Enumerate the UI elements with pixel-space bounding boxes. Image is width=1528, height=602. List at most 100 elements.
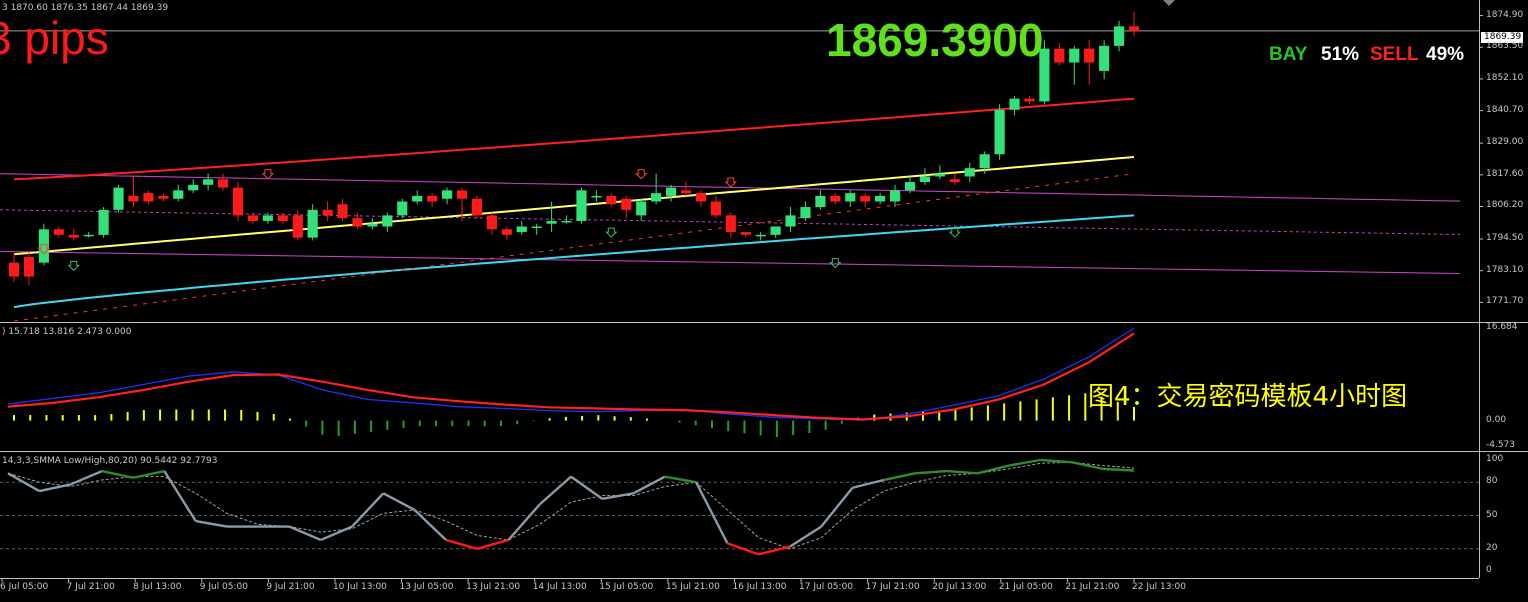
candle-body (740, 232, 751, 235)
price-tick-label: 1840.70 (1486, 104, 1524, 115)
candle-body (203, 179, 214, 185)
stochastic-main-segment (382, 492, 416, 512)
arrow-marker (948, 227, 962, 238)
time-tick-label: 13 Jul 05:00 (399, 582, 454, 592)
candle-body (785, 215, 796, 227)
candle-body (38, 229, 49, 263)
stochastic-main-segment (101, 469, 134, 479)
time-tick-label: 17 Jul 21:00 (865, 582, 920, 592)
candle-body (889, 190, 901, 202)
macd-tick-label: 0.00 (1486, 414, 1507, 425)
candle-body (397, 201, 408, 216)
stochastic-main-segment (758, 545, 791, 556)
stochastic-main-segment (445, 538, 478, 550)
candle-body (8, 262, 20, 277)
time-tick-label: 13 Jul 21:00 (466, 582, 521, 592)
candle-body (1099, 45, 1110, 71)
candle-body (636, 201, 647, 216)
candle-body (725, 215, 736, 233)
candle-body (382, 215, 393, 227)
arrow-marker (605, 227, 618, 238)
candle-body (143, 193, 154, 202)
stochastic-main-segment (289, 525, 322, 542)
big-price: 1869.3900 (826, 14, 1044, 66)
candle-body (830, 195, 841, 202)
candle-body (949, 179, 960, 183)
price-tick-label: 1829.00 (1486, 137, 1524, 148)
candle-body (651, 193, 662, 202)
arrow-marker (261, 169, 275, 180)
price-tick-label: 1874.90 (1486, 9, 1524, 20)
time-tick-label: 9 Jul 21:00 (266, 582, 315, 592)
candle-body (262, 215, 273, 221)
candle-body (1054, 48, 1065, 63)
candle-body (680, 190, 692, 194)
chart-caption: 图4：交易密码模板4小时图 (1088, 382, 1408, 412)
candle-body (755, 234, 766, 237)
arrow-marker (829, 258, 842, 269)
stochastic-tick-label: 50 (1486, 509, 1498, 520)
stochastic-main-segment (132, 469, 165, 479)
stochastic-main-segment (695, 481, 729, 544)
stochastic-main-segment (883, 472, 916, 482)
time-tick-label: 6 Jul 05:00 (0, 582, 49, 592)
stochastic-tick-label: 100 (1486, 454, 1504, 464)
candle-body (919, 176, 931, 183)
candle-body (994, 109, 1005, 155)
stochastic-main-segment (664, 475, 697, 484)
candle-body (23, 257, 35, 277)
candle-body (1069, 48, 1080, 63)
time-tick-label: 20 Jul 13:00 (932, 582, 987, 592)
candle-body (934, 173, 945, 177)
bay-label: BAY (1269, 44, 1308, 65)
candle-body (875, 195, 886, 202)
candle-body (441, 190, 453, 199)
candle-body (964, 168, 975, 177)
candle-body (292, 215, 303, 238)
stochastic-main-segment (538, 475, 572, 506)
sell-label: SELL (1370, 44, 1419, 65)
candle-body (591, 195, 602, 198)
candle-body (695, 193, 707, 202)
candle-body (217, 179, 229, 188)
macd-header: ) 15.718 13.816 2.473 0.000 (2, 327, 132, 337)
candle-body (53, 229, 64, 235)
candle-body (531, 226, 542, 229)
stochastic-main-segment (413, 509, 447, 541)
stochastic-main-segment (914, 469, 947, 475)
candle-body (1128, 26, 1140, 31)
candle-body (1009, 98, 1020, 110)
pips-label: 3 pips (0, 12, 109, 64)
candle-body (427, 195, 438, 202)
arrow-marker (724, 177, 738, 188)
time-tick-label: 7 Jul 21:00 (66, 582, 115, 592)
time-tick-label: 8 Jul 13:00 (133, 582, 182, 592)
candle-body (352, 218, 363, 227)
candle-body (665, 187, 677, 196)
candle-body (979, 154, 990, 169)
candle-body (845, 193, 856, 202)
candle-body (546, 220, 557, 224)
candle-body (606, 195, 617, 205)
stochastic-main-segment (820, 486, 854, 528)
time-tick-label: 15 Jul 05:00 (599, 582, 654, 592)
candle-body (322, 209, 333, 216)
candle-body (367, 223, 378, 227)
stochastic-main-segment (195, 519, 228, 528)
candle-body (68, 234, 79, 238)
candle-body (277, 215, 288, 221)
stochastic-main-segment (320, 525, 353, 542)
price-tick-label: 1806.20 (1486, 200, 1524, 211)
time-tick-label: 14 Jul 13:00 (532, 582, 587, 592)
candle-body (486, 215, 497, 230)
stochastic-main-segment (476, 538, 509, 550)
ma-cyan-line (13, 214, 1135, 309)
ma-red-line (13, 97, 1135, 181)
candle-body (621, 198, 632, 210)
price-tick-label: 1771.70 (1486, 296, 1524, 307)
candle-body (710, 201, 721, 216)
candle-body (501, 229, 512, 235)
candle-body (337, 204, 348, 219)
stochastic-main-segment (1040, 458, 1072, 464)
macd-tick-label: -4.573 (1486, 440, 1516, 450)
